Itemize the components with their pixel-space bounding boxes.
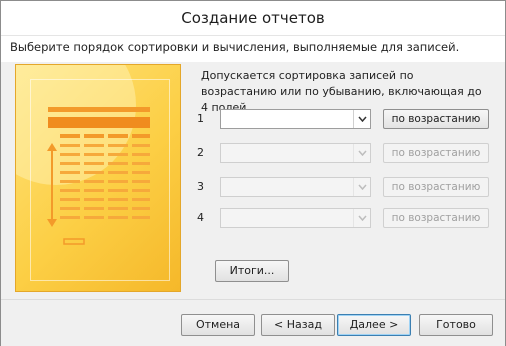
sort-field-select-2[interactable]	[220, 143, 371, 163]
instruction-bar: Выберите порядок сортировки и вычисления…	[1, 35, 505, 63]
cancel-button[interactable]: Отмена	[181, 314, 255, 336]
summary-button[interactable]: Итоги...	[215, 260, 289, 282]
wizard-content: Допускается сортировка записей по возрас…	[1, 62, 505, 299]
sort-order-button-1[interactable]: по возрастанию	[383, 109, 489, 129]
sort-row-number: 3	[197, 180, 204, 193]
sort-row-number: 4	[197, 211, 204, 224]
sort-row-2: 2 по возрастанию	[197, 143, 497, 163]
sort-row-3: 3 по возрастанию	[197, 177, 497, 197]
sort-order-button-3[interactable]: по возрастанию	[383, 177, 489, 197]
report-sort-icon	[47, 107, 150, 245]
chevron-down-icon[interactable]	[353, 209, 370, 227]
sort-order-button-4[interactable]: по возрастанию	[383, 208, 489, 228]
sort-order-button-2[interactable]: по возрастанию	[383, 143, 489, 163]
chevron-down-icon[interactable]	[353, 144, 370, 162]
chevron-down-icon[interactable]	[353, 110, 370, 128]
window-title: Создание отчетов	[181, 9, 325, 27]
sort-field-select-3[interactable]	[220, 177, 371, 197]
wizard-footer: Отмена < Назад Далее > Готово	[1, 299, 505, 346]
instruction-text: Выберите порядок сортировки и вычисления…	[10, 40, 460, 54]
next-button[interactable]: Далее >	[337, 314, 411, 336]
back-button[interactable]: < Назад	[261, 314, 335, 336]
report-wizard-dialog: Создание отчетов Выберите порядок сортир…	[0, 0, 506, 346]
chevron-down-icon[interactable]	[353, 178, 370, 196]
sort-row-1: 1 по возрастанию	[197, 109, 497, 129]
sort-row-number: 1	[197, 112, 204, 125]
sort-field-select-1[interactable]	[220, 109, 371, 129]
sort-illustration	[15, 64, 181, 292]
sort-field-select-4[interactable]	[220, 208, 371, 228]
sort-row-number: 2	[197, 146, 204, 159]
finish-button[interactable]: Готово	[419, 314, 493, 336]
sort-row-4: 4 по возрастанию	[197, 208, 497, 228]
